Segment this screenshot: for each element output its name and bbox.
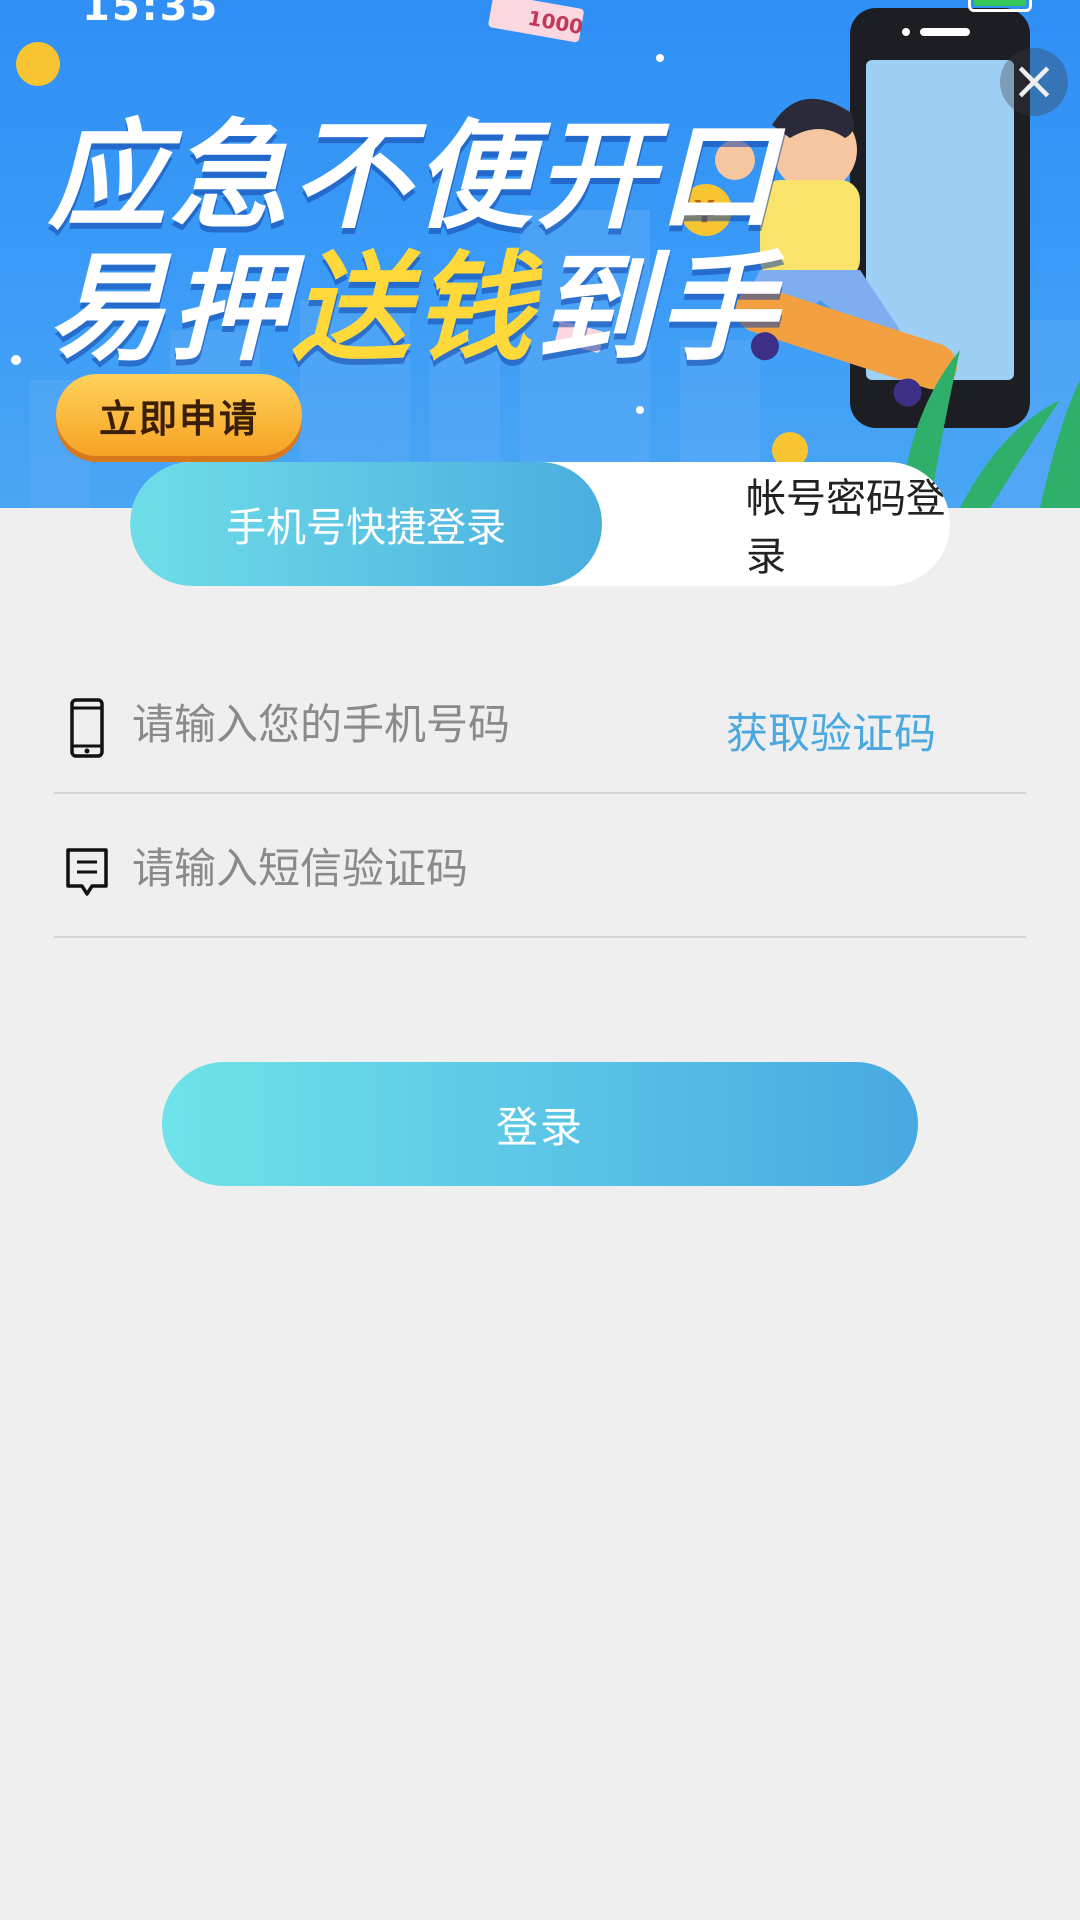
apply-now-button[interactable]: 立即申请 [56, 374, 302, 456]
login-method-tabs: 手机号快捷登录 帐号密码登录 [130, 462, 950, 586]
sms-row [54, 794, 1026, 938]
tab-label: 手机号快捷登录 [226, 505, 506, 551]
sms-code-input[interactable] [132, 828, 692, 908]
slogan-line-2-end: 到手 [536, 239, 781, 377]
tab-phone-quick-login[interactable]: 手机号快捷登录 [130, 462, 602, 586]
close-icon[interactable]: × [1000, 48, 1068, 116]
phone-input[interactable] [132, 684, 692, 764]
tab-label: 帐号密码登录 [746, 476, 946, 580]
phone-row: 获取验证码 [54, 650, 1026, 794]
get-code-button[interactable]: 获取验证码 [726, 700, 936, 761]
battery-icon [968, 0, 1032, 12]
login-button[interactable]: 登录 [162, 1062, 918, 1186]
phone-icon [70, 698, 104, 758]
slogan-highlight: 送钱 [292, 239, 537, 377]
slogan-line-2-start: 易押 [48, 239, 293, 377]
tab-password-login[interactable]: 帐号密码登录 [602, 462, 950, 586]
message-icon [66, 848, 108, 896]
status-time: 15:35 [82, 0, 220, 30]
slogan-line-2: 易押送钱到手 [48, 212, 780, 383]
promo-banner[interactable]: ¥ 1000 15:35 应急不便开口 易押送钱到手 立即申请 × [0, 0, 1080, 508]
